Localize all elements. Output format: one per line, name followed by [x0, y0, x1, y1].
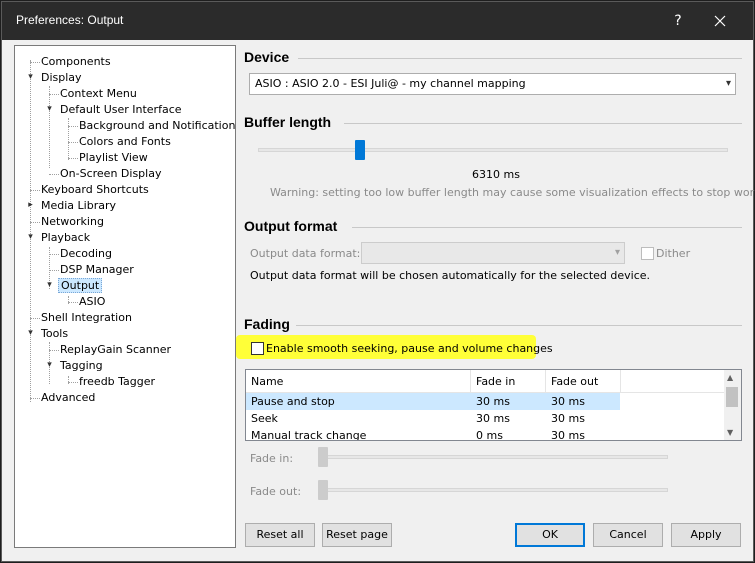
output-format-section-title: Output format [244, 218, 338, 234]
tree-item-replaygain-scanner[interactable]: ReplayGain Scanner [58, 342, 173, 358]
chevron-down-icon: ▾ [725, 78, 731, 89]
tree-item-output[interactable]: Output [58, 278, 103, 294]
tree-item-freedb-tagger[interactable]: freedb Tagger [77, 374, 157, 390]
device-dropdown-value: ASIO : ASIO 2.0 - ESI Juli@ - my channel… [255, 77, 526, 90]
preferences-tree[interactable]: Components ▾ Display Context Menu ▾ Defa… [14, 45, 236, 548]
expand-icon[interactable]: ▸ [26, 201, 35, 210]
collapse-icon[interactable]: ▾ [45, 105, 54, 114]
tree-item-display[interactable]: Display [39, 70, 84, 86]
fade-in-slider-thumb[interactable] [318, 447, 328, 467]
buffer-length-value: 6310 ms [472, 168, 520, 181]
buffer-length-slider-thumb[interactable] [354, 140, 365, 160]
close-icon [714, 15, 726, 27]
tree-item-playlist-view[interactable]: Playlist View [77, 150, 150, 166]
fade-in-label: Fade in: [250, 452, 294, 465]
fading-row-pause-stop[interactable]: Pause and stop 30 ms 30 ms [246, 393, 620, 410]
device-section-title: Device [244, 49, 290, 65]
cancel-button[interactable]: Cancel [593, 523, 663, 547]
tree-item-colors-fonts[interactable]: Colors and Fonts [77, 134, 173, 150]
tree-item-keyboard-shortcuts[interactable]: Keyboard Shortcuts [39, 182, 151, 198]
chevron-down-icon: ▾ [614, 247, 620, 258]
help-button[interactable]: ? [666, 10, 690, 32]
column-header-name[interactable]: Name [246, 370, 471, 393]
preferences-window: Preferences: Output ? Components ▾ Displ… [1, 1, 755, 562]
collapse-icon[interactable]: ▾ [26, 329, 35, 338]
close-button[interactable] [708, 10, 732, 32]
column-header-fade-out[interactable]: Fade out [546, 370, 621, 393]
collapse-icon[interactable]: ▾ [26, 73, 35, 82]
tree-item-tagging[interactable]: Tagging [58, 358, 105, 374]
tree-item-shell-integration[interactable]: Shell Integration [39, 310, 134, 326]
dither-label: Dither [656, 247, 691, 260]
output-format-note: Output data format will be chosen automa… [250, 269, 651, 282]
tree-item-decoding[interactable]: Decoding [58, 246, 114, 262]
collapse-icon[interactable]: ▾ [45, 361, 54, 370]
fading-row-manual-track-change[interactable]: Manual track change 0 ms 30 ms [246, 427, 724, 440]
tree-item-media-library[interactable]: Media Library [39, 198, 118, 214]
tree-item-background-notifications[interactable]: Background and Notifications [77, 118, 235, 134]
enable-smooth-fading-label: Enable smooth seeking, pause and volume … [266, 342, 553, 355]
fading-list[interactable]: Name Fade in Fade out Pause and stop 30 … [245, 369, 742, 441]
output-data-format-dropdown[interactable]: ▾ [361, 242, 625, 264]
reset-page-button[interactable]: Reset page [322, 523, 392, 547]
fade-out-slider-track[interactable] [322, 488, 668, 492]
scroll-up-icon[interactable]: ▲ [727, 373, 733, 382]
tree-item-asio[interactable]: ASIO [77, 294, 107, 310]
fade-out-label: Fade out: [250, 485, 302, 498]
output-data-format-label: Output data format: [250, 247, 361, 260]
tree-item-on-screen-display[interactable]: On-Screen Display [58, 166, 163, 182]
collapse-icon[interactable]: ▾ [45, 281, 54, 290]
column-header-fade-in[interactable]: Fade in [471, 370, 546, 393]
section-divider [296, 325, 742, 326]
tree-item-tools[interactable]: Tools [39, 326, 70, 342]
reset-all-button[interactable]: Reset all [245, 523, 315, 547]
title-bar: Preferences: Output ? [2, 2, 753, 40]
apply-button[interactable]: Apply [671, 523, 741, 547]
scrollbar-thumb[interactable] [726, 387, 738, 407]
tree-item-context-menu[interactable]: Context Menu [58, 86, 139, 102]
device-dropdown[interactable]: ASIO : ASIO 2.0 - ESI Juli@ - my channel… [249, 73, 736, 95]
collapse-icon[interactable]: ▾ [26, 233, 35, 242]
fade-out-slider-thumb[interactable] [318, 480, 328, 500]
fading-row-seek[interactable]: Seek 30 ms 30 ms [246, 410, 724, 427]
tree-item-playback[interactable]: Playback [39, 230, 92, 246]
section-divider [352, 227, 742, 228]
section-divider [344, 123, 742, 124]
buffer-length-slider-track[interactable] [258, 148, 728, 152]
dialog-client: Components ▾ Display Context Menu ▾ Defa… [2, 40, 755, 561]
enable-smooth-fading-checkbox[interactable] [251, 342, 264, 355]
tree-item-networking[interactable]: Networking [39, 214, 106, 230]
buffer-warning: Warning: setting too low buffer length m… [270, 186, 755, 199]
tree-item-components[interactable]: Components [39, 54, 113, 70]
fading-section-title: Fading [244, 316, 290, 332]
fading-list-header: Name Fade in Fade out [246, 370, 724, 393]
scroll-down-icon[interactable]: ▼ [727, 428, 733, 437]
dither-checkbox[interactable] [641, 247, 654, 260]
tree-item-dsp-manager[interactable]: DSP Manager [58, 262, 136, 278]
buffer-section-title: Buffer length [244, 114, 332, 130]
section-divider [298, 58, 742, 59]
tree-item-advanced[interactable]: Advanced [39, 390, 97, 406]
fading-list-scrollbar[interactable]: ▲ ▼ [724, 370, 741, 440]
ok-button[interactable]: OK [515, 523, 585, 547]
tree-item-default-user-interface[interactable]: Default User Interface [58, 102, 184, 118]
window-title: Preferences: Output [16, 13, 124, 27]
fade-in-slider-track[interactable] [322, 455, 668, 459]
